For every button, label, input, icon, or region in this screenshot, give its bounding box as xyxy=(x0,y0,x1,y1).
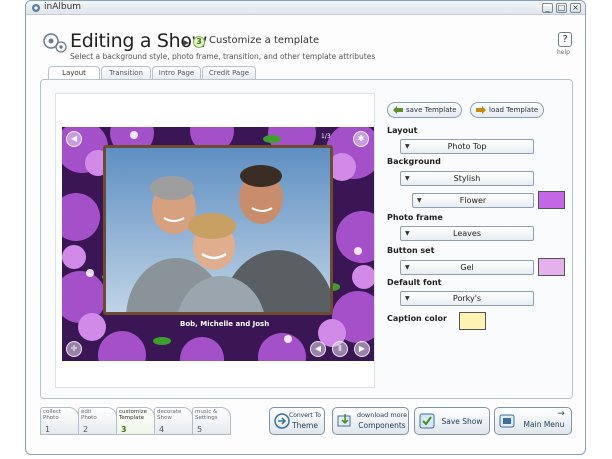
download-components-button[interactable]: download more Components xyxy=(332,407,409,435)
convert-line2: Theme xyxy=(292,421,318,430)
wizard-step-edit-photo[interactable]: edit Photo 2 xyxy=(78,407,117,435)
download-icon xyxy=(337,414,351,427)
button-set-color-swatch[interactable] xyxy=(538,258,565,276)
page-subtitle: Select a background style, photo frame, … xyxy=(70,52,376,61)
load-template-icon xyxy=(476,106,486,114)
tab-credit-page[interactable]: Credit Page xyxy=(202,66,256,80)
breadcrumb-arrow-icon: ▶ xyxy=(183,38,190,47)
tab-transition[interactable]: Transition xyxy=(101,66,151,80)
chevron-down-icon: ▼ xyxy=(405,175,410,182)
step-label: Template xyxy=(119,415,145,421)
save-template-label: save Template xyxy=(406,106,457,114)
step-label: Photo xyxy=(43,415,59,421)
step-badge: 3 xyxy=(193,36,205,48)
next-icon[interactable]: ▶ xyxy=(354,341,370,357)
wizard-step-collect-photo[interactable]: collect Photo 1 xyxy=(40,407,79,435)
step-number: 5 xyxy=(197,425,203,434)
photo-frame-value: Leaves xyxy=(453,229,481,238)
volume-icon[interactable]: ◀ xyxy=(66,131,82,147)
background-select[interactable]: ▼ Stylish xyxy=(400,171,534,186)
template-settings: save Template load Template Layout ▼ Pho… xyxy=(387,80,572,398)
save-show-label: Save Show xyxy=(441,417,483,426)
download-line2: Components xyxy=(358,421,406,430)
button-set-select[interactable]: ▼ Gel xyxy=(400,260,534,275)
tab-intro-page[interactable]: Intro Page xyxy=(152,66,201,80)
header: Editing a Show ▶ 3 Customize a template … xyxy=(26,15,585,65)
close-button[interactable]: × xyxy=(570,3,581,13)
help-button[interactable]: ? xyxy=(558,32,572,47)
main-menu-icon xyxy=(499,414,515,428)
step-title: Customize a template xyxy=(209,35,320,46)
step-number: 2 xyxy=(83,425,89,434)
chevron-down-icon: ▼ xyxy=(405,143,410,150)
preview-area: Bob, Michelle and Josh 1/3 ◀ ✱ ✛ ◀ Ⅱ ▶ xyxy=(55,93,375,388)
load-template-label: load Template xyxy=(489,106,539,114)
step-label: Photo xyxy=(81,415,97,421)
photo-frame-label: Photo frame xyxy=(387,213,443,222)
wizard-step-music-settings[interactable]: music & Settings 5 xyxy=(192,407,231,435)
app-logo-icon xyxy=(32,4,40,12)
previous-icon[interactable]: ◀ xyxy=(310,341,326,357)
fullscreen-icon[interactable]: ✛ xyxy=(66,341,82,357)
bottom-bar: collect Photo 1 edit Photo 2 customize T… xyxy=(26,401,585,454)
layout-select[interactable]: ▼ Photo Top xyxy=(400,139,534,154)
maximize-button[interactable]: □ xyxy=(556,3,567,13)
app-title: inAlbum xyxy=(44,2,82,12)
minimize-button[interactable]: _ xyxy=(542,3,553,13)
step-label: Settings xyxy=(195,415,218,421)
default-font-value: Porky's xyxy=(452,294,482,303)
save-template-icon xyxy=(393,106,403,114)
step-number: 3 xyxy=(121,425,127,434)
layout-panel: Bob, Michelle and Josh 1/3 ◀ ✱ ✛ ◀ Ⅱ ▶ s… xyxy=(40,79,573,399)
chevron-down-icon: ▼ xyxy=(405,230,410,237)
title-bar: inAlbum _ □ × xyxy=(26,1,585,15)
convert-line1: Convert To xyxy=(289,412,321,419)
caption-color-swatch[interactable] xyxy=(459,312,486,330)
main-menu-label: Main Menu xyxy=(523,420,565,429)
caption-color-label: Caption color xyxy=(387,314,447,323)
photo-caption: Bob, Michelle and Josh xyxy=(180,320,270,328)
background-style-value: Flower xyxy=(459,196,487,205)
chevron-down-icon: ▼ xyxy=(417,197,422,204)
wizard-step-decorate-show[interactable]: decorate Show 4 xyxy=(154,407,193,435)
step-number: 4 xyxy=(159,425,165,434)
layout-label: Layout xyxy=(387,126,418,135)
app-window: inAlbum _ □ × Editing a Show ▶ 3 Customi… xyxy=(25,0,586,455)
chevron-down-icon: ▼ xyxy=(405,295,410,302)
background-style-select[interactable]: ▼ Flower xyxy=(412,193,534,208)
chevron-down-icon: ▼ xyxy=(405,264,410,271)
save-show-button[interactable]: Save Show xyxy=(414,407,490,435)
download-line1: download more xyxy=(356,411,408,419)
save-template-button[interactable]: save Template xyxy=(387,102,462,118)
convert-to-theme-button[interactable]: Convert To Theme xyxy=(269,407,325,435)
photo-counter: 1/3 xyxy=(321,133,331,140)
main-menu-button[interactable]: → Main Menu xyxy=(494,407,572,435)
wizard-step-customize-template[interactable]: customize Template 3 xyxy=(116,407,155,435)
arrow-right-icon: → xyxy=(557,409,565,419)
default-font-select[interactable]: ▼ Porky's xyxy=(400,291,534,306)
photo-frame-select[interactable]: ▼ Leaves xyxy=(400,226,534,241)
background-value: Stylish xyxy=(453,174,481,183)
step-number: 1 xyxy=(45,425,51,434)
show-preview: Bob, Michelle and Josh 1/3 ◀ ✱ ✛ ◀ Ⅱ ▶ xyxy=(62,127,374,361)
step-label: Show xyxy=(157,415,172,421)
tab-bar: Layout Transition Intro Page Credit Page xyxy=(48,66,348,81)
default-font-label: Default font xyxy=(387,278,442,287)
layout-value: Photo Top xyxy=(447,142,487,151)
load-template-button[interactable]: load Template xyxy=(470,102,544,118)
help-label: help xyxy=(557,49,570,56)
background-color-swatch[interactable] xyxy=(538,191,565,209)
preview-photo xyxy=(103,145,333,315)
button-set-value: Gel xyxy=(460,263,474,272)
wizard-icon xyxy=(43,33,67,53)
background-label: Background xyxy=(387,157,441,166)
button-set-label: Button set xyxy=(387,246,435,255)
save-show-icon xyxy=(419,413,435,429)
settings-icon[interactable]: ✱ xyxy=(353,131,369,147)
pause-icon[interactable]: Ⅱ xyxy=(332,341,348,357)
